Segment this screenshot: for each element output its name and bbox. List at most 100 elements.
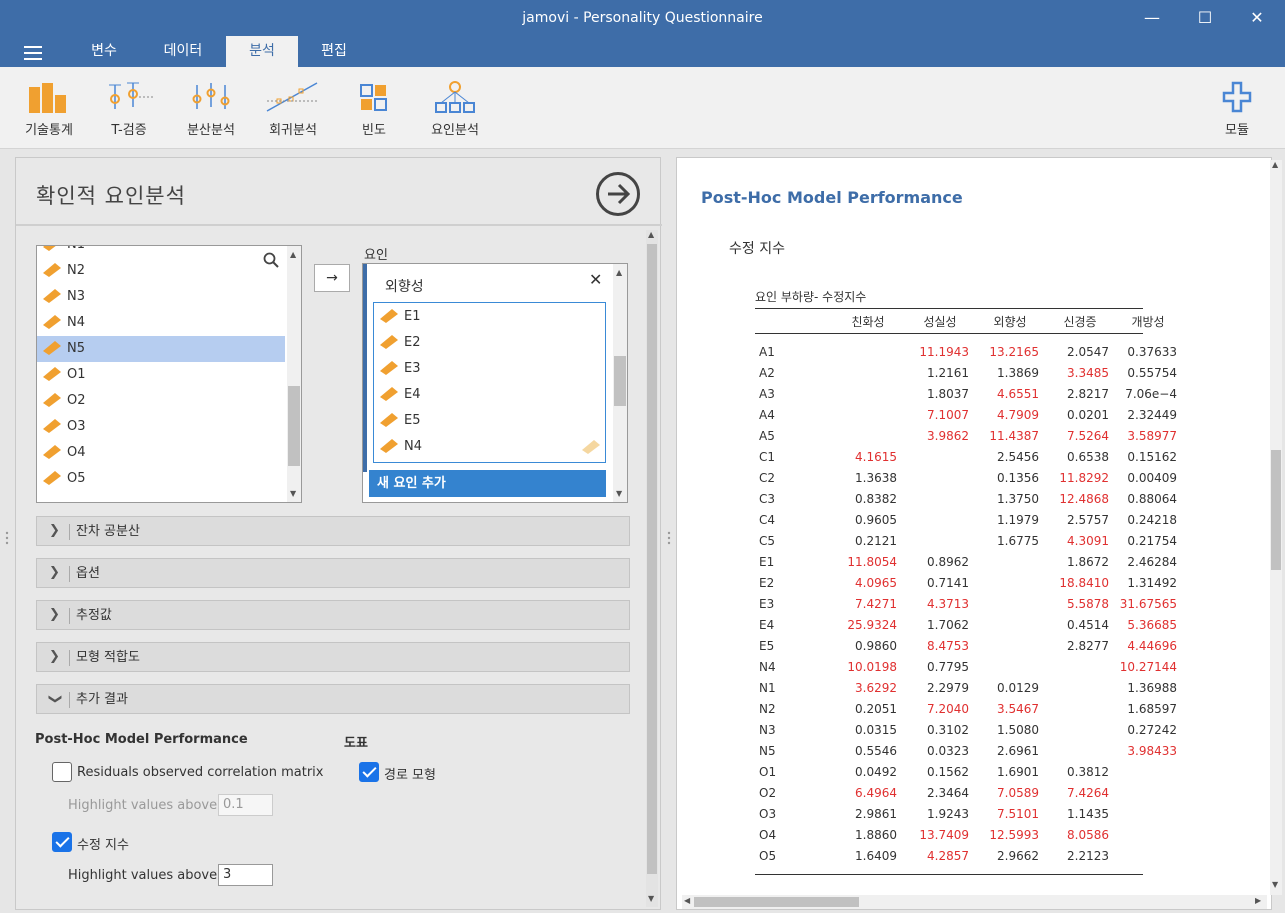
results-panel: Post-Hoc Model Performance 수정 지수 요인 부하량-… xyxy=(676,157,1272,910)
maximize-button[interactable]: ☐ xyxy=(1193,6,1217,30)
table-cell: 2.5757 xyxy=(1067,513,1109,527)
list-item[interactable]: O4 xyxy=(37,440,285,466)
scroll-up-icon[interactable]: ▲ xyxy=(1272,160,1278,169)
tab-edit[interactable]: 편집 xyxy=(300,36,368,67)
resize-handle-icon[interactable] xyxy=(5,530,9,546)
ruler-icon xyxy=(43,393,61,407)
table-cell: 2.2979 xyxy=(927,681,969,695)
factor-variable-list[interactable]: E1 E2 E3 E4 E5 N4 xyxy=(373,302,606,463)
hamburger-menu-icon[interactable] xyxy=(24,46,42,60)
table-cell: 8.4753 xyxy=(927,639,969,653)
section-additional-output[interactable]: ❯ 추가 결과 xyxy=(36,684,630,714)
toolbar-frequencies[interactable]: 빈도 xyxy=(352,79,396,138)
variable-label: O4 xyxy=(67,445,86,460)
scroll-right-icon[interactable]: ▶ xyxy=(1255,896,1261,905)
table-cell: 0.9605 xyxy=(855,513,897,527)
variable-list-scrollbar[interactable]: ▲ ▼ xyxy=(287,246,301,502)
scroll-thumb[interactable] xyxy=(1271,450,1281,570)
mi-highlight-input[interactable]: 3 xyxy=(218,864,273,886)
scroll-up-icon[interactable]: ▲ xyxy=(616,268,622,277)
list-item[interactable]: E1 xyxy=(374,304,604,330)
list-item[interactable]: O1 xyxy=(37,362,285,388)
section-label: 추가 결과 xyxy=(69,692,128,708)
table-cell: 0.1562 xyxy=(927,765,969,779)
search-icon[interactable] xyxy=(263,252,279,268)
minimize-button[interactable]: — xyxy=(1140,6,1164,30)
list-item[interactable]: N1 xyxy=(37,246,285,258)
tab-analyses[interactable]: 분석 xyxy=(226,36,298,67)
factor-scrollbar[interactable]: ▲ ▼ xyxy=(613,264,627,502)
table-cell: 3.9862 xyxy=(927,429,969,443)
scroll-left-icon[interactable]: ◀ xyxy=(684,896,690,905)
tab-data[interactable]: 데이터 xyxy=(148,36,218,67)
section-residual-covariances[interactable]: ❯ 잔차 공분산 xyxy=(36,516,630,546)
list-item[interactable]: O2 xyxy=(37,388,285,414)
scroll-thumb[interactable] xyxy=(694,897,859,907)
list-item[interactable]: N4 xyxy=(374,434,604,460)
scroll-up-icon[interactable]: ▲ xyxy=(290,250,296,259)
results-scrollbar[interactable]: ▲ ▼ xyxy=(1270,160,1282,895)
scroll-down-icon[interactable]: ▼ xyxy=(648,894,654,903)
table-cell: 1.8037 xyxy=(927,387,969,401)
scroll-down-icon[interactable]: ▼ xyxy=(290,489,296,498)
scroll-thumb[interactable] xyxy=(647,244,657,874)
table-cell: 7.1007 xyxy=(927,408,969,422)
section-options[interactable]: ❯ 옵션 xyxy=(36,558,630,588)
title-bar: jamovi - Personality Questionnaire — ☐ ✕ xyxy=(0,0,1285,36)
table-cell: 7.4264 xyxy=(1067,786,1109,800)
list-item[interactable]: E2 xyxy=(374,330,604,356)
modification-indices-checkbox[interactable] xyxy=(52,832,72,852)
table-cell: 0.3102 xyxy=(927,723,969,737)
ruler-icon xyxy=(380,387,398,401)
toolbar-regression[interactable]: 회귀분석 xyxy=(260,79,326,138)
variable-list[interactable]: N1 N2 N3 N4 N5 O1 O2 O3 O4 O5 ▲ ▼ xyxy=(36,245,302,503)
scroll-down-icon[interactable]: ▼ xyxy=(616,489,622,498)
tab-variables[interactable]: 변수 xyxy=(72,36,136,67)
toolbar-descriptives[interactable]: 기술통계 xyxy=(14,79,84,138)
scroll-thumb[interactable] xyxy=(288,386,300,466)
list-item-selected[interactable]: N5 xyxy=(37,336,285,362)
table-cell: 13.2165 xyxy=(989,345,1039,359)
residuals-checkbox[interactable] xyxy=(52,762,72,782)
list-item[interactable]: E3 xyxy=(374,356,604,382)
move-to-factor-button[interactable]: → xyxy=(314,264,350,292)
list-item[interactable]: O5 xyxy=(37,466,285,492)
scroll-down-icon[interactable]: ▼ xyxy=(1272,880,1278,889)
variable-label: N4 xyxy=(67,315,85,330)
table-cell: 1.6901 xyxy=(997,765,1039,779)
residuals-highlight-input[interactable]: 0.1 xyxy=(218,794,273,816)
ttest-icon xyxy=(109,82,155,109)
list-item[interactable]: E5 xyxy=(374,408,604,434)
ruler-icon xyxy=(380,361,398,375)
section-estimates[interactable]: ❯ 추정값 xyxy=(36,600,630,630)
toolbar-ttests[interactable]: T-검증 xyxy=(96,79,162,138)
toolbar-factor[interactable]: 요인분석 xyxy=(420,79,490,138)
collapse-arrow-button[interactable] xyxy=(596,172,640,216)
scroll-thumb[interactable] xyxy=(614,356,626,406)
table-cell: 1.8860 xyxy=(855,828,897,842)
toolbar-modules[interactable]: 모듈 xyxy=(1214,79,1260,138)
table-cell: 4.3091 xyxy=(1067,534,1109,548)
highlight-label: Highlight values above xyxy=(68,868,218,883)
toolbar-anova[interactable]: 분산분석 xyxy=(178,79,244,138)
add-factor-button[interactable]: 새 요인 추가 xyxy=(369,470,606,497)
remove-factor-icon[interactable]: ✕ xyxy=(589,270,602,289)
results-horizontal-scrollbar[interactable]: ◀ ▶ xyxy=(682,895,1267,909)
list-item[interactable]: N4 xyxy=(37,310,285,336)
list-item[interactable]: E4 xyxy=(374,382,604,408)
list-item[interactable]: N3 xyxy=(37,284,285,310)
options-panel-scrollbar[interactable]: ▲ ▼ xyxy=(646,230,658,907)
table-cell: 0.3812 xyxy=(1067,765,1109,779)
toolbar-label: 분산분석 xyxy=(187,123,235,138)
list-item[interactable]: O3 xyxy=(37,414,285,440)
resize-handle-icon[interactable] xyxy=(667,530,671,546)
section-model-fit[interactable]: ❯ 모형 적합도 xyxy=(36,642,630,672)
factor-name[interactable]: 외향성 xyxy=(385,276,424,296)
path-diagram-checkbox[interactable] xyxy=(359,762,379,782)
table-cell: 4.6551 xyxy=(997,387,1039,401)
close-button[interactable]: ✕ xyxy=(1245,6,1269,30)
table-cell: 0.37633 xyxy=(1127,345,1177,359)
ruler-icon xyxy=(43,263,61,277)
scroll-up-icon[interactable]: ▲ xyxy=(648,230,654,239)
list-item[interactable]: N2 xyxy=(37,258,285,284)
